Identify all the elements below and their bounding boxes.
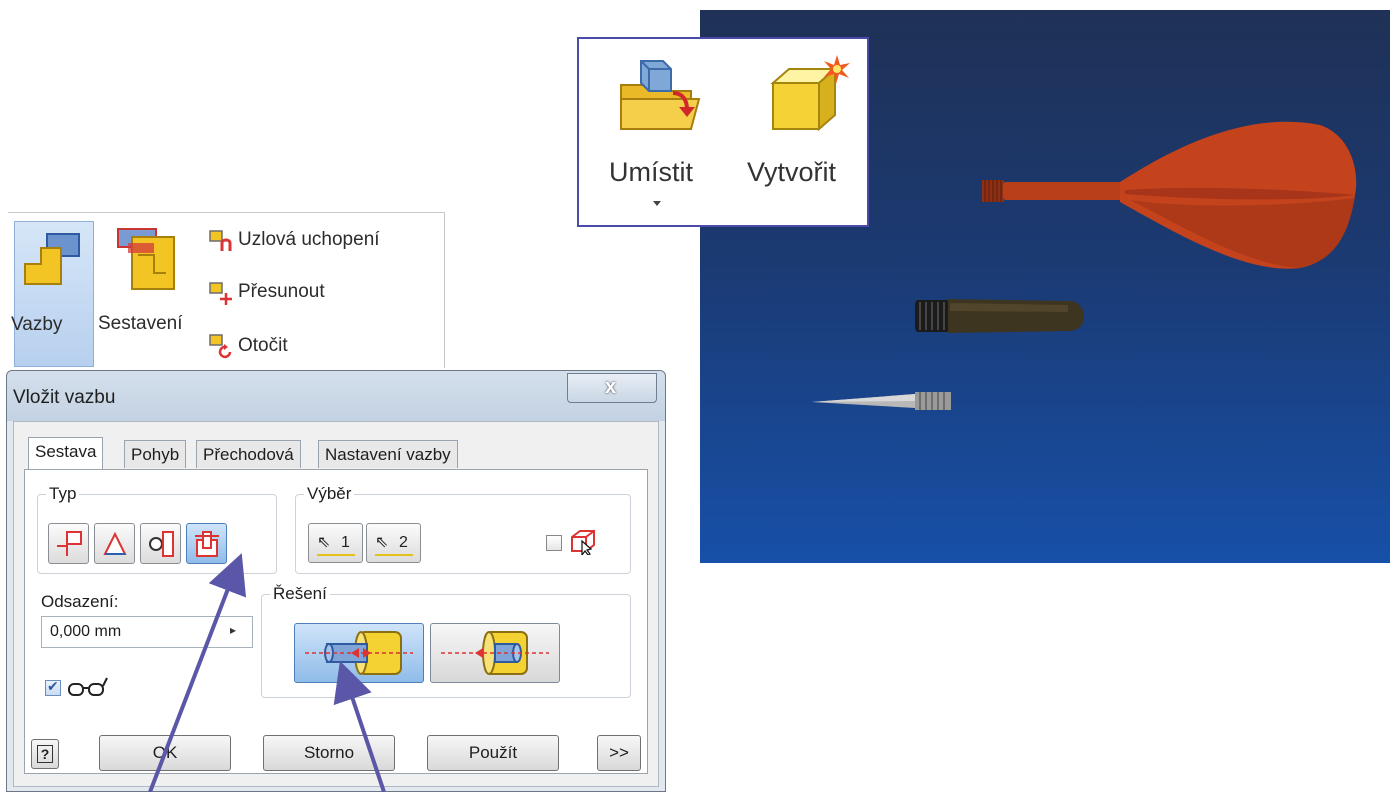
apply-label: Použít [468, 743, 518, 762]
rotate-item[interactable]: Otočit [208, 331, 448, 361]
tab-constraint-set-label: Nastavení vazby [325, 445, 451, 464]
help-icon: ? [36, 745, 54, 763]
close-icon: x [605, 376, 617, 398]
tab-constraint-set[interactable]: Nastavení vazby [318, 440, 458, 468]
relationships-panel: Vazby Sestavení Uzlová uchopení Přesunou… [8, 212, 445, 368]
select-second-number: 2 [399, 534, 408, 551]
rotate-label: Otočit [238, 335, 288, 356]
place-create-panel: Umístit Vytvořit [577, 37, 869, 227]
assembly-tab-content: Typ Výběr ⇖ 1 ⇖ 2 Odsazení: 0,000 mm ▸ ✔… [24, 469, 648, 774]
place-component-icon [620, 60, 701, 130]
ok-button[interactable]: OK [99, 735, 231, 771]
close-button[interactable]: x [567, 373, 657, 403]
selection-group: Výběr ⇖ 1 ⇖ 2 [295, 484, 631, 574]
opposed-insert-icon [305, 631, 413, 675]
dart-point-part[interactable] [812, 392, 951, 410]
help-button[interactable]: ? [31, 739, 59, 769]
show-preview-checkbox[interactable]: ✔ [45, 678, 61, 696]
offset-value: 0,000 mm [50, 623, 122, 640]
place-button[interactable]: Umístit [597, 51, 717, 211]
offset-label: Odsazení: [41, 592, 119, 611]
assemble-label: Sestavení [98, 313, 183, 334]
assemble-icon [117, 228, 175, 290]
type-group: Typ [37, 484, 277, 574]
expand-label: >> [609, 743, 629, 762]
ok-label: OK [152, 743, 178, 762]
pick-part-first-icon [571, 530, 595, 555]
insert-icon [195, 531, 219, 557]
glasses-icon [68, 677, 108, 696]
create-label: Vytvořit [747, 157, 837, 187]
tab-motion-label: Pohyb [131, 445, 180, 464]
dialog-title: Vložit vazbu [13, 387, 116, 408]
move-label: Přesunout [238, 281, 325, 302]
select-first-number: 1 [341, 534, 350, 551]
offset-input[interactable]: 0,000 mm ▸ [41, 616, 253, 648]
type-group-label: Typ [46, 484, 80, 504]
chevron-down-icon[interactable] [653, 201, 661, 206]
tab-transitional-label: Přechodová [203, 445, 294, 464]
create-component-icon [770, 55, 850, 132]
tangent-icon [149, 531, 174, 557]
dialog-body: Sestava Pohyb Přechodová Nastavení vazby… [13, 421, 659, 787]
insert-constraint-button[interactable] [186, 523, 227, 564]
flyout-arrow-icon[interactable]: ▸ [230, 623, 236, 637]
cancel-label: Storno [303, 743, 355, 762]
solution-opposed-button[interactable] [294, 623, 424, 683]
place-label: Umístit [609, 157, 693, 187]
move-item[interactable]: Přesunout [208, 279, 448, 309]
dialog-titlebar[interactable]: Vložit vazbu x [7, 371, 665, 421]
mate-icon [57, 531, 82, 556]
constrain-label: Vazby [11, 314, 63, 335]
move-icon [209, 282, 232, 305]
grip-snap-icon [209, 230, 232, 251]
tab-transitional[interactable]: Přechodová [196, 440, 301, 468]
create-button[interactable]: Vytvořit [739, 51, 864, 191]
angle-constraint-button[interactable] [94, 523, 135, 564]
expand-button[interactable]: >> [597, 735, 641, 771]
grip-snap-item[interactable]: Uzlová uchopení [208, 227, 448, 257]
rotate-icon [209, 334, 232, 359]
underline-yellow [317, 554, 355, 556]
underline-yellow [375, 554, 413, 556]
mate-constraint-button[interactable] [48, 523, 89, 564]
cursor-arrow-icon: ⇖ [375, 534, 389, 551]
solution-group-label: Řešení [270, 584, 330, 604]
checkmark-icon: ✔ [47, 678, 59, 694]
select-first-button[interactable]: ⇖ 1 [308, 523, 363, 563]
aligned-insert-icon [441, 631, 549, 675]
assemble-button[interactable]: Sestavení [98, 221, 198, 367]
dart-flight-part[interactable] [982, 121, 1357, 269]
grip-snap-label: Uzlová uchopení [238, 229, 380, 250]
dart-barrel-part[interactable] [915, 299, 1084, 333]
place-constraint-dialog: Vložit vazbu x Sestava Pohyb Přechodová … [6, 370, 666, 792]
apply-button[interactable]: Použít [427, 735, 559, 771]
selection-group-label: Výběr [304, 484, 355, 504]
solution-aligned-button[interactable] [430, 623, 560, 683]
tab-assembly-label: Sestava [35, 442, 97, 461]
select-second-button[interactable]: ⇖ 2 [366, 523, 421, 563]
cancel-button[interactable]: Storno [263, 735, 395, 771]
constraint-icon [24, 233, 80, 285]
tangent-constraint-button[interactable] [140, 523, 181, 564]
angle-icon [103, 531, 127, 555]
cursor-arrow-icon: ⇖ [317, 534, 331, 551]
pick-part-first-checkbox[interactable] [546, 535, 562, 551]
constrain-button[interactable]: Vazby [11, 221, 94, 367]
solution-group: Řešení [261, 584, 631, 698]
tab-assembly[interactable]: Sestava [28, 437, 104, 470]
tab-motion[interactable]: Pohyb [124, 440, 187, 468]
